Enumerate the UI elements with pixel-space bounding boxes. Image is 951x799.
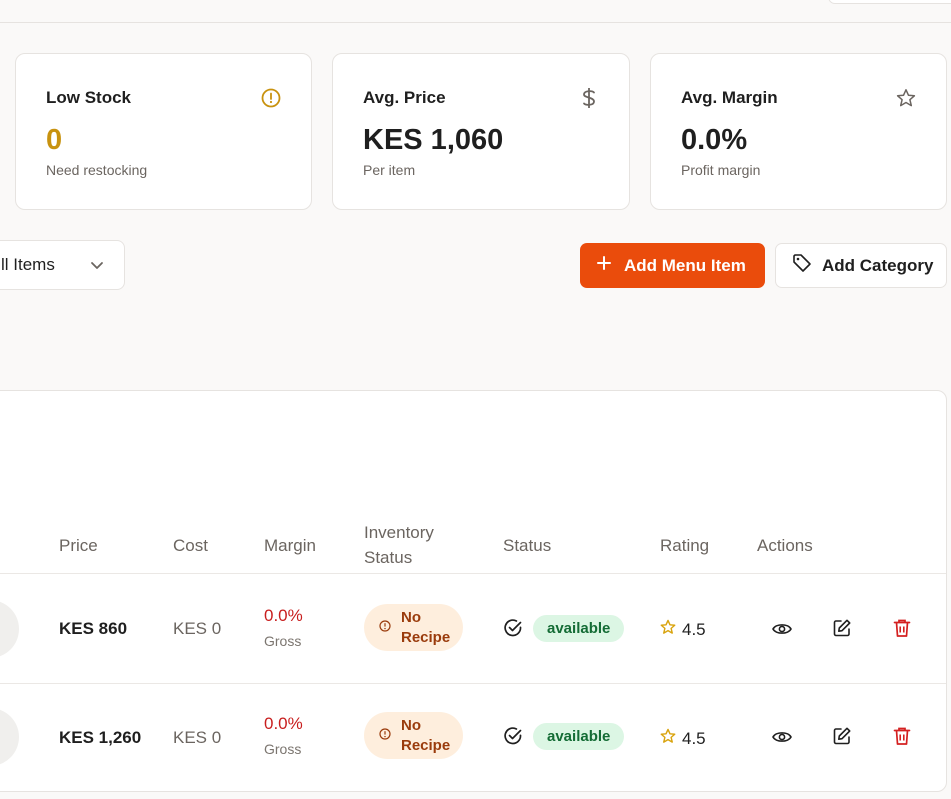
avg-price-title: Avg. Price	[363, 88, 446, 107]
top-bar-control[interactable]	[828, 0, 951, 4]
tag-icon	[792, 253, 812, 278]
star-icon	[660, 619, 676, 640]
category-filter-select[interactable]: ll Items	[0, 240, 125, 290]
category-filter-value: ll Items	[1, 255, 55, 274]
edit-icon[interactable]	[831, 725, 853, 747]
low-stock-card: Low Stock 0 Need restocking	[15, 53, 312, 210]
table-header-divider	[0, 573, 946, 574]
avg-price-sub: Per item	[363, 162, 416, 178]
row-divider	[0, 683, 946, 684]
status-badge: available	[533, 615, 625, 642]
star-icon	[660, 728, 676, 749]
inventory-status-line1: No	[401, 716, 421, 734]
column-header-price[interactable]: Price	[59, 533, 98, 558]
add-menu-item-label: Add Menu Item	[624, 255, 746, 275]
trash-icon[interactable]	[891, 617, 913, 639]
star-icon	[896, 88, 916, 108]
low-stock-value: 0	[46, 124, 63, 156]
inventory-status-text: No Recipe	[401, 716, 450, 756]
column-header-inventory-line1: Inventory	[364, 523, 434, 542]
avg-margin-sub: Profit margin	[681, 162, 761, 178]
item-cost: KES 0	[173, 619, 222, 638]
low-stock-sub: Need restocking	[46, 162, 148, 178]
item-margin: 0.0% Gross	[264, 714, 303, 757]
item-rating-value: 4.5	[682, 619, 706, 639]
item-cost: KES 0	[173, 728, 222, 747]
dollar-icon	[579, 88, 599, 108]
inventory-status-text: No Recipe	[401, 608, 450, 648]
item-margin-type: Gross	[264, 741, 302, 757]
avg-margin-title: Avg. Margin	[681, 88, 778, 107]
inventory-status-line2: Recipe	[401, 736, 451, 754]
chevron-down-icon	[90, 255, 104, 275]
item-margin: 0.0% Gross	[264, 606, 303, 649]
trash-icon[interactable]	[891, 725, 913, 747]
edit-icon[interactable]	[831, 617, 853, 639]
item-margin-type: Gross	[264, 633, 302, 649]
column-header-inventory[interactable]: Inventory Status	[364, 520, 434, 570]
item-image	[0, 708, 19, 766]
add-menu-item-button[interactable]: Add Menu Item	[580, 243, 765, 288]
avg-price-value: KES 1,060	[363, 124, 504, 156]
alert-circle-icon	[379, 726, 391, 746]
avg-price-card: Avg. Price KES 1,060 Per item	[332, 53, 630, 210]
low-stock-title: Low Stock	[46, 88, 132, 107]
column-header-margin[interactable]: Margin	[264, 533, 316, 558]
plus-icon	[596, 255, 612, 276]
item-rating-value: 4.5	[682, 728, 706, 748]
item-rating: 4.5	[660, 619, 706, 640]
item-price: KES 1,260	[59, 728, 142, 747]
column-header-rating[interactable]: Rating	[660, 533, 709, 558]
alert-circle-icon	[379, 618, 391, 638]
menu-items-table: Price Cost Margin Inventory Status Statu…	[0, 390, 947, 792]
view-eye-icon[interactable]	[771, 726, 793, 748]
add-category-button[interactable]: Add Category	[775, 243, 947, 288]
column-header-cost[interactable]: Cost	[173, 533, 208, 558]
item-image	[0, 600, 19, 658]
column-header-inventory-line2: Status	[364, 548, 413, 567]
check-circle-icon[interactable]	[502, 725, 524, 747]
view-eye-icon[interactable]	[771, 618, 793, 640]
inventory-status-badge: No Recipe	[364, 604, 463, 651]
column-header-status[interactable]: Status	[503, 533, 551, 558]
item-margin-value: 0.0%	[264, 606, 303, 625]
avg-margin-value: 0.0%	[681, 124, 748, 156]
avg-margin-card: Avg. Margin 0.0% Profit margin	[650, 53, 947, 210]
top-bar	[0, 0, 951, 23]
check-circle-icon[interactable]	[502, 617, 524, 639]
inventory-status-line1: No	[401, 608, 421, 626]
inventory-status-badge: No Recipe	[364, 712, 463, 759]
menu-page: Low Stock 0 Need restocking Avg. Price K…	[0, 0, 951, 799]
column-header-actions: Actions	[757, 536, 813, 555]
item-margin-value: 0.0%	[264, 714, 303, 733]
item-rating: 4.5	[660, 728, 706, 749]
item-price: KES 860	[59, 619, 128, 638]
inventory-status-line2: Recipe	[401, 628, 451, 646]
alert-circle-icon	[261, 88, 281, 108]
add-category-label: Add Category	[822, 255, 934, 275]
status-badge: available	[533, 723, 625, 750]
